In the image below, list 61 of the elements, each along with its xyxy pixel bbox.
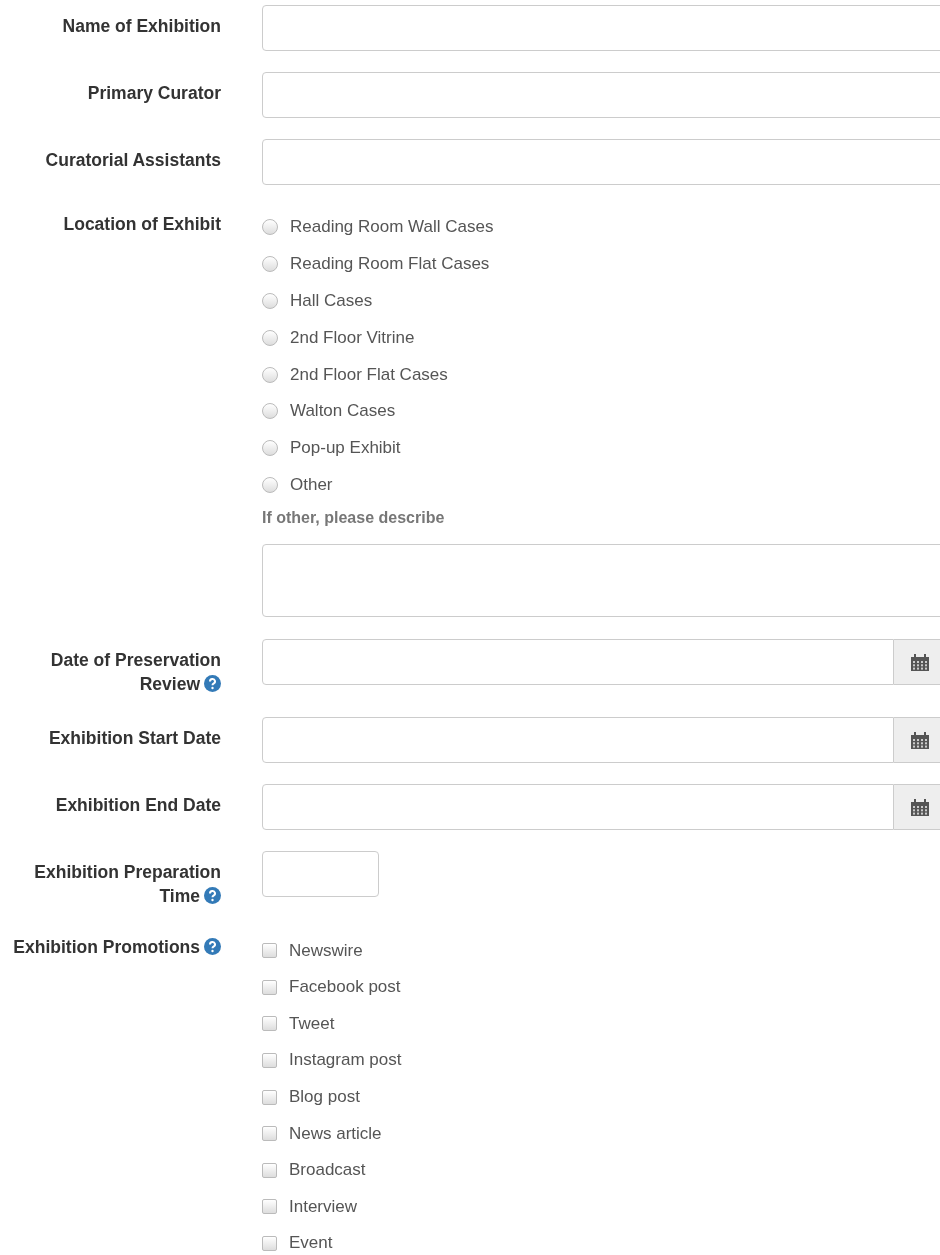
date-field[interactable] — [262, 784, 894, 831]
text-field[interactable] — [262, 851, 379, 898]
radio-button[interactable] — [262, 219, 278, 236]
option-label[interactable]: Hall Cases — [290, 291, 373, 311]
checkbox[interactable] — [262, 1016, 277, 1032]
calendar-button[interactable] — [894, 784, 940, 831]
radio-button[interactable] — [262, 329, 278, 346]
calendar-icon — [911, 731, 929, 749]
calendar-icon — [911, 653, 929, 671]
option-label[interactable]: Walton Cases — [290, 401, 396, 422]
field-label: Date of Preservation Review — [49, 649, 221, 697]
checkbox[interactable] — [262, 1052, 277, 1068]
option-label[interactable]: News article — [289, 1123, 382, 1144]
date-field[interactable] — [262, 639, 894, 686]
field-label: Name of Exhibition — [61, 15, 221, 38]
option-label[interactable]: Event — [289, 1233, 333, 1254]
calendar-icon — [911, 798, 929, 816]
radio-button[interactable] — [262, 293, 278, 309]
field-label: Primary Curator — [86, 82, 221, 105]
calendar-button[interactable] — [894, 639, 940, 686]
checkbox[interactable] — [262, 979, 277, 995]
text-field[interactable] — [262, 139, 940, 185]
option-label[interactable]: Tweet — [289, 1013, 335, 1034]
option-label[interactable]: Blog post — [289, 1087, 360, 1108]
option-label[interactable]: Facebook post — [289, 977, 401, 998]
radio-button[interactable] — [262, 403, 278, 420]
field-label: Exhibition Preparation Time — [33, 861, 221, 909]
option-label[interactable]: Pop-up Exhibit — [290, 438, 401, 459]
option-label[interactable]: Broadcast — [289, 1160, 366, 1181]
help-icon[interactable] — [204, 675, 221, 693]
option-label[interactable]: Interview — [289, 1196, 358, 1217]
field-label: Exhibition Promotions — [0, 929, 221, 960]
field-label: Location of Exhibit — [62, 213, 221, 236]
help-icon[interactable] — [204, 938, 221, 956]
text-field[interactable] — [262, 72, 940, 118]
radio-button[interactable] — [262, 476, 278, 493]
checkbox[interactable] — [262, 943, 277, 959]
field-label: Exhibition Start Date — [47, 727, 221, 751]
text-area[interactable] — [262, 544, 940, 618]
help-icon[interactable] — [204, 887, 221, 905]
text-field[interactable] — [262, 5, 940, 51]
checkbox[interactable] — [262, 1089, 277, 1105]
field-label: Exhibition End Date — [54, 794, 221, 818]
radio-button[interactable] — [262, 366, 278, 383]
option-label[interactable]: Newswire — [289, 940, 363, 961]
field-label: Curatorial Assistants — [44, 149, 221, 172]
option-label[interactable]: Other — [290, 474, 333, 495]
checkbox[interactable] — [262, 1235, 277, 1251]
radio-button[interactable] — [262, 256, 278, 273]
calendar-button[interactable] — [894, 717, 940, 764]
date-field[interactable] — [262, 717, 894, 764]
option-label[interactable]: 2nd Floor Vitrine — [290, 327, 415, 348]
checkbox[interactable] — [262, 1126, 277, 1142]
option-label[interactable]: 2nd Floor Flat Cases — [290, 364, 448, 385]
option-label[interactable]: Instagram post — [289, 1050, 402, 1071]
radio-button[interactable] — [262, 440, 278, 457]
option-label[interactable]: Reading Room Wall Cases — [290, 217, 494, 238]
option-label[interactable]: Reading Room Flat Cases — [290, 254, 490, 275]
checkbox[interactable] — [262, 1199, 277, 1215]
field-hint: If other, please describe — [262, 508, 446, 529]
checkbox[interactable] — [262, 1162, 277, 1178]
